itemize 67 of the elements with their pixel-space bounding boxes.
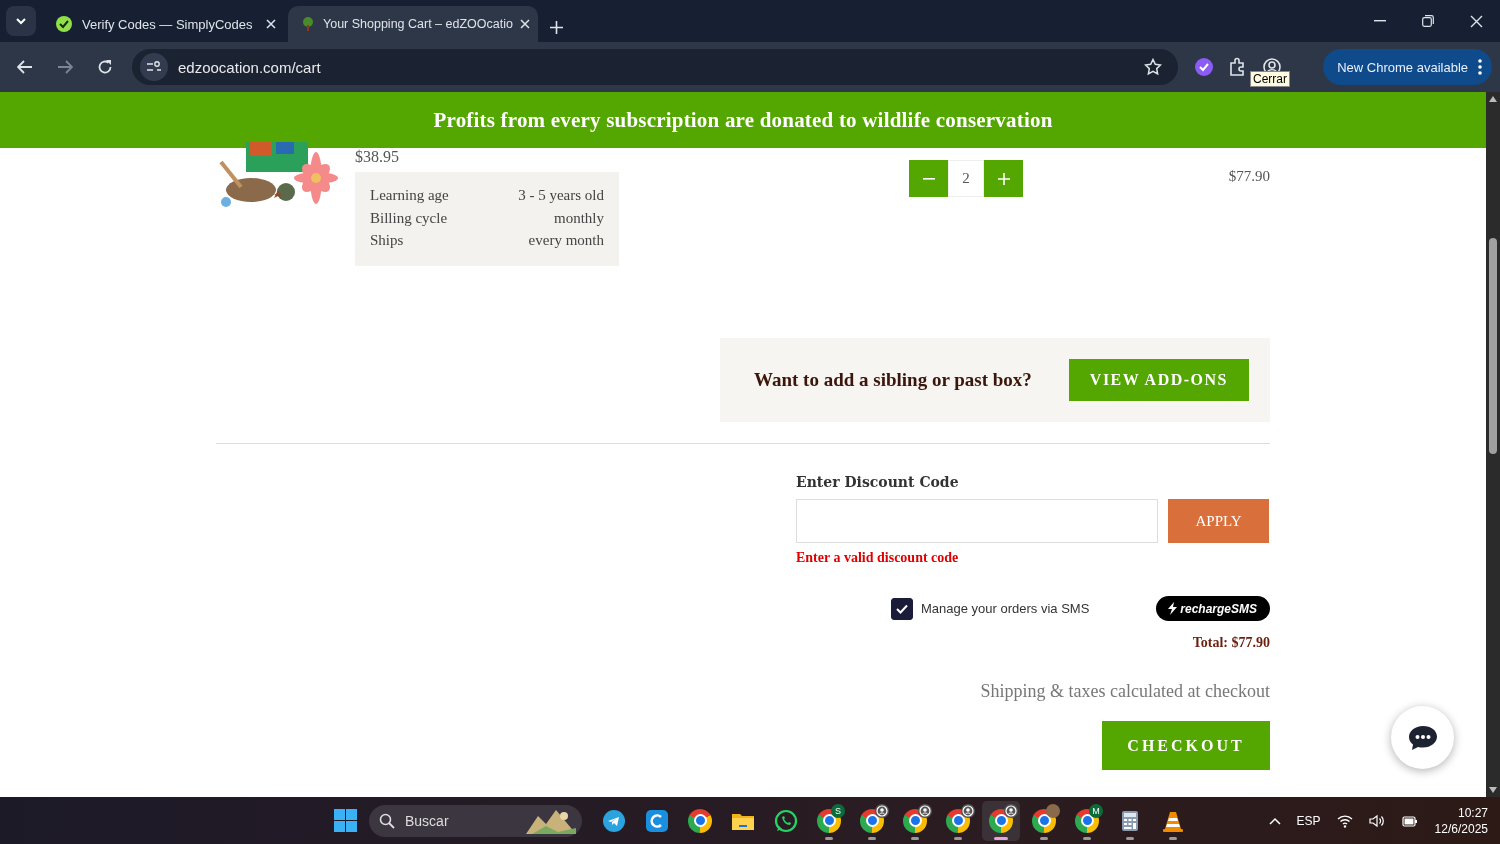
discount-code-field[interactable]: [796, 499, 1158, 543]
bookmark-star-icon[interactable]: [1144, 58, 1162, 76]
more-menu-icon: [1478, 59, 1482, 75]
c-app-icon: [645, 808, 669, 833]
update-button[interactable]: New Chrome available: [1323, 49, 1492, 85]
order-total: Total: $77.90: [1191, 635, 1270, 651]
chat-button[interactable]: [1391, 706, 1454, 769]
error-message: Enter a valid discount code: [796, 550, 960, 566]
checkmark-icon: [896, 603, 908, 614]
profile-badge: M: [1089, 803, 1103, 818]
taskbar-app[interactable]: S: [810, 800, 848, 841]
show-hidden-icons[interactable]: [1268, 816, 1281, 825]
line-total: $77.90: [1228, 168, 1270, 185]
minus-icon: [922, 177, 935, 180]
plus-icon: [997, 172, 1010, 185]
item-price: $38.95: [355, 148, 400, 167]
taskbar-app[interactable]: [982, 800, 1020, 841]
whatsapp-icon: [774, 808, 798, 833]
detail-value: 3 - 5 years old: [518, 186, 604, 205]
chevron-down-icon: [16, 17, 26, 25]
detail-value: monthly: [554, 208, 604, 228]
sms-checkbox[interactable]: [891, 597, 913, 620]
detail-label: Learning age: [370, 186, 449, 205]
browser-tab[interactable]: Verify Codes — SimplyCodes: [44, 6, 288, 42]
recharge-sms-badge: rechargeSMS: [1156, 596, 1270, 621]
profile-icon: [961, 803, 975, 818]
sms-label: Manage your orders via SMS: [921, 601, 1091, 616]
close-tab-icon[interactable]: [266, 19, 276, 29]
profile-icon: [918, 803, 932, 818]
chrome-icon: [817, 808, 841, 833]
profile-icon: [1004, 803, 1018, 818]
address-bar[interactable]: edzoocation.com/cart: [132, 49, 1178, 85]
taskbar-app[interactable]: M: [1068, 800, 1106, 841]
tree-icon: [300, 16, 316, 32]
scroll-up-icon[interactable]: [1488, 95, 1498, 103]
profile-badge: S: [831, 803, 845, 818]
detail-label: Ships: [370, 231, 404, 250]
discount-label: Enter Discount Code: [796, 474, 960, 490]
tab-list-button[interactable]: [6, 6, 36, 36]
checkmark-badge-icon: [56, 16, 72, 32]
telegram-icon: [602, 808, 626, 833]
taskbar-search-field[interactable]: Buscar: [369, 804, 582, 837]
scrollbar[interactable]: [1486, 92, 1500, 797]
chrome-icon: [688, 808, 712, 833]
clock-time[interactable]: 10:27: [1434, 804, 1488, 821]
browser-tab[interactable]: Your Shopping Cart – edZOOcatio: [288, 6, 538, 42]
shipping-note: Shipping & taxes calculated at checkout: [979, 681, 1270, 702]
site-settings-icon[interactable]: [140, 53, 168, 81]
detail-label: Billing cycle: [370, 208, 448, 228]
avatar-icon: [1046, 803, 1060, 818]
close-tab-icon[interactable]: [519, 19, 530, 29]
scroll-down-icon[interactable]: [1488, 786, 1498, 794]
search-icon: [379, 812, 395, 829]
scroll-thumb[interactable]: [1489, 238, 1497, 454]
profile-icon: [875, 803, 889, 818]
announcement-banner: Profits from every subscription are donated to wildlife conservation: [0, 92, 1486, 148]
extension-badge-icon: [1194, 57, 1214, 77]
chrome-icon: [1075, 808, 1099, 833]
chat-bubble-icon: [1407, 724, 1438, 751]
addons-prompt: Want to add a sibling or past box?: [754, 369, 1032, 391]
volume-icon: [1368, 812, 1385, 829]
new-tab-icon[interactable]: [550, 21, 563, 34]
language-indicator[interactable]: ESP: [1296, 813, 1321, 828]
tooltip: Cerrar: [1250, 71, 1290, 87]
detail-value: every month: [528, 231, 604, 250]
quantity-field[interactable]: 2: [948, 160, 984, 197]
clock-date[interactable]: 12/6/2025: [1434, 820, 1488, 837]
